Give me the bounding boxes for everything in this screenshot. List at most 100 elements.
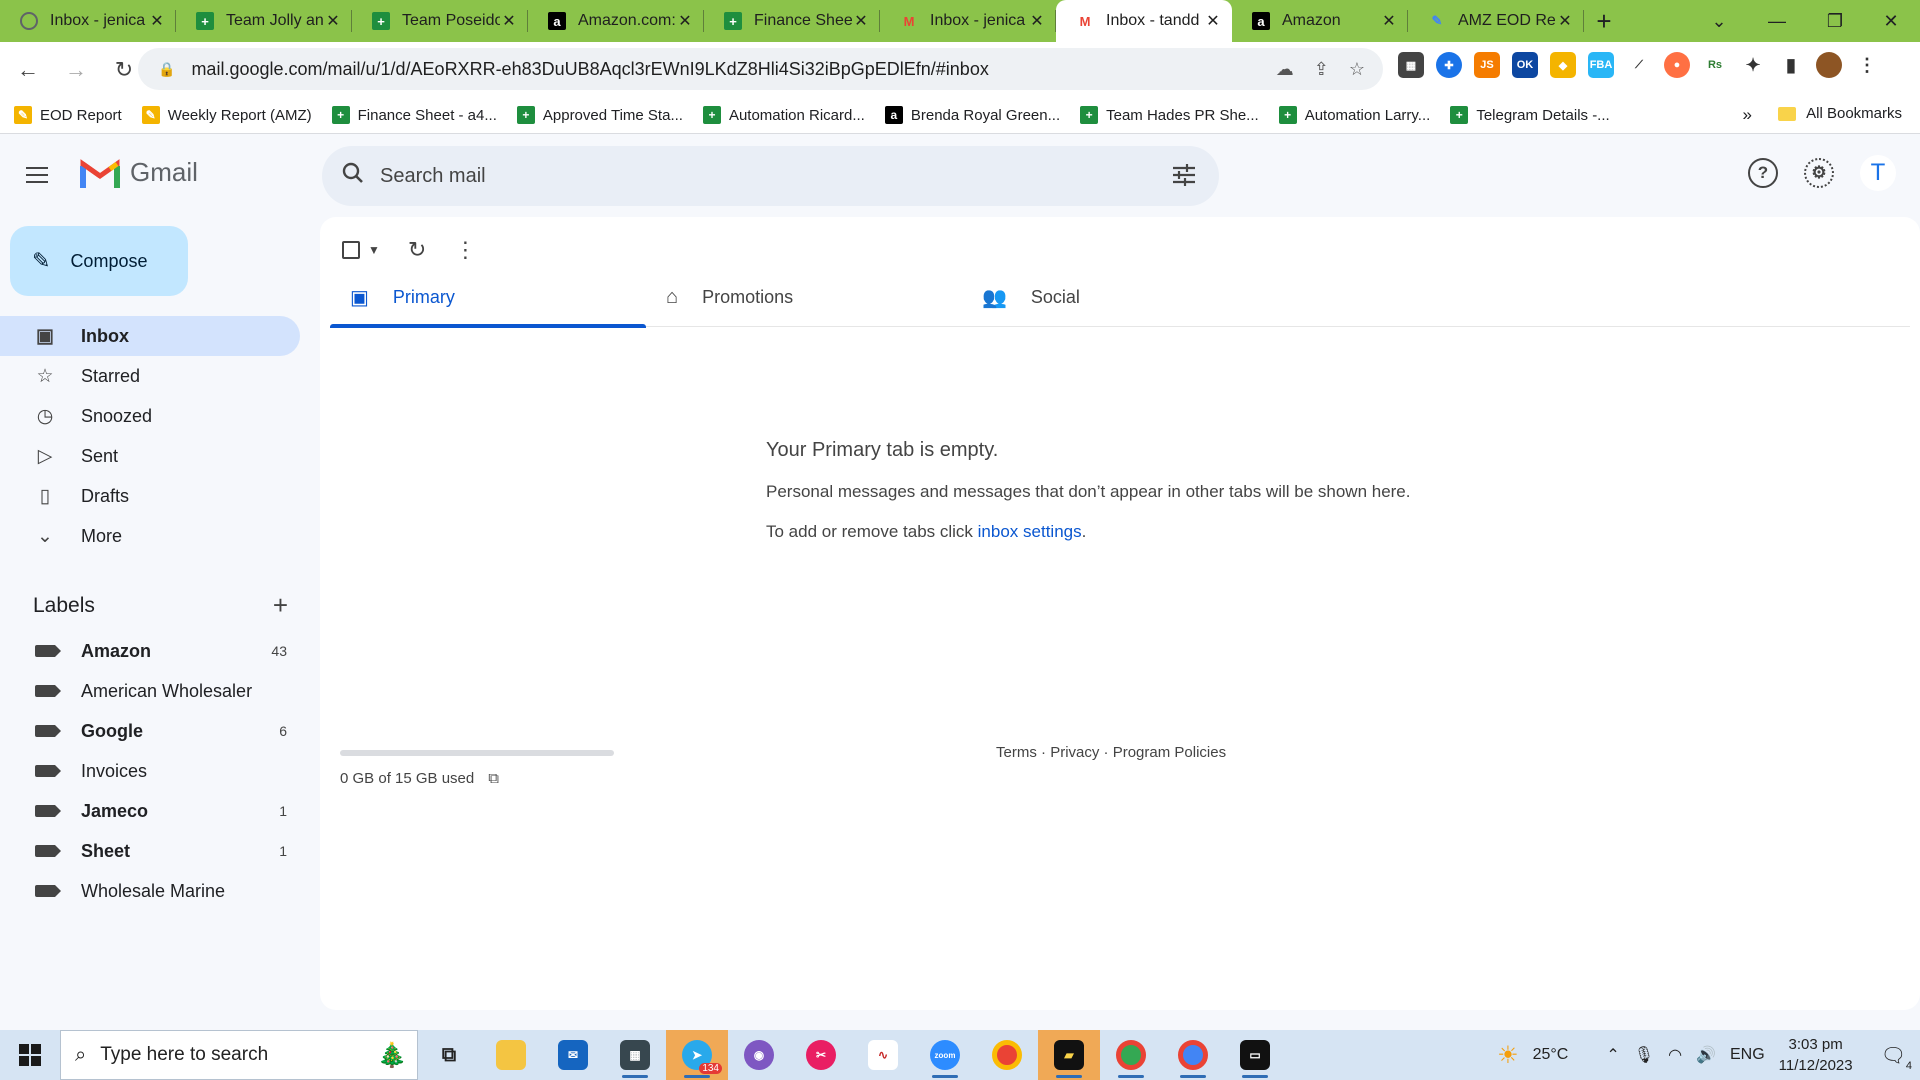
label-item[interactable]: Google 6 xyxy=(0,711,300,751)
tab-social[interactable]: 👥 Social xyxy=(962,267,1278,327)
search-input[interactable]: Search mail xyxy=(380,165,486,188)
privacy-link[interactable]: Privacy xyxy=(1050,744,1099,761)
label-item[interactable]: Wholesale Marine xyxy=(0,871,300,911)
taskbar-search[interactable]: ⌕ Type here to search 🎄 xyxy=(60,1030,418,1080)
gmail-logo[interactable]: Gmail xyxy=(80,157,198,188)
tab-search-icon[interactable]: ⌄ xyxy=(1690,0,1748,42)
bookmark-item[interactable]: + Automation Ricard... xyxy=(702,106,865,124)
side-panel-icon[interactable]: ▮ xyxy=(1778,52,1804,78)
taskbar-search-input[interactable]: Type here to search xyxy=(100,1044,268,1066)
extension-icon[interactable]: Rs xyxy=(1702,52,1728,78)
help-icon[interactable]: ? xyxy=(1748,158,1778,188)
speaker-icon[interactable]: 🔊 xyxy=(1696,1045,1716,1065)
terms-link[interactable]: Terms xyxy=(996,744,1037,761)
close-tab-icon[interactable]: ✕ xyxy=(1380,11,1398,31)
search-icon[interactable] xyxy=(342,162,364,190)
activity-app-icon[interactable]: ∿ xyxy=(852,1030,914,1080)
open-external-icon[interactable]: ⧉ xyxy=(488,770,499,787)
minimize-button[interactable]: — xyxy=(1748,0,1806,42)
telegram-icon[interactable]: ➤ 134 xyxy=(666,1030,728,1080)
account-avatar[interactable]: T xyxy=(1860,155,1896,191)
task-view-icon[interactable]: ⧉ xyxy=(418,1030,480,1080)
microphone-icon[interactable]: 🎙 xyxy=(1634,1045,1654,1065)
clock[interactable]: 3:03 pm 11/12/2023 xyxy=(1779,1034,1853,1076)
bookmark-item[interactable]: ✎ EOD Report xyxy=(14,106,122,124)
browser-tab[interactable]: M Inbox - jenica ✕ xyxy=(880,0,1056,42)
new-tab-button[interactable]: + xyxy=(1584,0,1624,42)
bookmarks-overflow-button[interactable]: » xyxy=(1743,105,1752,125)
more-vert-icon[interactable]: ⋮ xyxy=(454,237,476,263)
sidebar-item-inbox[interactable]: ▣ Inbox xyxy=(0,316,300,356)
sidebar-item-sent[interactable]: ▷ Sent xyxy=(0,436,300,476)
add-label-icon[interactable]: + xyxy=(273,590,288,621)
sidebar-item-more[interactable]: ⌄ More xyxy=(0,516,300,556)
label-item[interactable]: Invoices xyxy=(0,751,300,791)
bookmark-item[interactable]: ✎ Weekly Report (AMZ) xyxy=(141,106,312,124)
bookmark-item[interactable]: a Brenda Royal Green... xyxy=(884,106,1060,124)
weather-sun-icon[interactable]: ☀ xyxy=(1497,1041,1519,1070)
chrome-profile-icon[interactable] xyxy=(1100,1030,1162,1080)
refresh-icon[interactable]: ↻ xyxy=(408,237,426,263)
label-item[interactable]: Sheet 1 xyxy=(0,831,300,871)
close-tab-icon[interactable]: ✕ xyxy=(148,11,166,31)
js-extension-icon[interactable]: JS xyxy=(1474,52,1500,78)
zoom-icon[interactable]: zoom xyxy=(914,1030,976,1080)
browser-tab[interactable]: M Inbox - tandd ✕ xyxy=(1056,0,1232,42)
sidebar-item-drafts[interactable]: ▯ Drafts xyxy=(0,476,300,516)
forward-arrow-icon[interactable]: → xyxy=(56,50,96,90)
ok-extension-icon[interactable]: OK xyxy=(1512,52,1538,78)
browser-tab[interactable]: a Amazon.com: ✕ xyxy=(528,0,704,42)
main-menu-icon[interactable] xyxy=(26,157,62,193)
browser-tab[interactable]: + Team Jolly an ✕ xyxy=(176,0,352,42)
url-text[interactable]: mail.google.com/mail/u/1/d/AEoRXRR-eh83D… xyxy=(191,59,988,80)
close-tab-icon[interactable]: ✕ xyxy=(1204,11,1222,31)
close-tab-icon[interactable]: ✕ xyxy=(1028,11,1046,31)
label-item[interactable]: Jameco 1 xyxy=(0,791,300,831)
browser-tab[interactable]: + Finance Sheet ✕ xyxy=(704,0,880,42)
inbox-settings-link[interactable]: inbox settings xyxy=(978,522,1082,541)
browser-tab[interactable]: + Team Poseido ✕ xyxy=(352,0,528,42)
snipping-tool-icon[interactable]: ✂ xyxy=(790,1030,852,1080)
bookmark-item[interactable]: + Telegram Details -... xyxy=(1450,106,1610,124)
start-button[interactable] xyxy=(0,1030,60,1080)
bookmark-item[interactable]: + Approved Time Sta... xyxy=(516,106,683,124)
copilot-icon[interactable]: ◉ xyxy=(728,1030,790,1080)
browser-tab[interactable]: Inbox - jenica ✕ xyxy=(0,0,176,42)
browser-tab[interactable]: a Amazon ✕ xyxy=(1232,0,1408,42)
share-icon[interactable]: ⇪ xyxy=(1314,59,1329,80)
browser-tab[interactable]: ✎ AMZ EOD Re ✕ xyxy=(1408,0,1584,42)
notifications-icon[interactable]: 🗨 4 xyxy=(1881,1043,1912,1072)
label-item[interactable]: Amazon 43 xyxy=(0,631,300,671)
all-bookmarks-button[interactable]: All Bookmarks xyxy=(1778,105,1902,122)
back-arrow-icon[interactable]: ← xyxy=(8,50,48,90)
terminal-icon[interactable]: ▭ xyxy=(1224,1030,1286,1080)
extension-icon[interactable]: ✚ xyxy=(1436,52,1462,78)
cloud-icon[interactable]: ☁ xyxy=(1276,59,1294,80)
sidebar-item-starred[interactable]: ☆ Starred xyxy=(0,356,300,396)
compose-button[interactable]: ✎ Compose xyxy=(10,226,188,296)
extension-icon[interactable]: ● xyxy=(1664,52,1690,78)
chrome-profile-icon[interactable] xyxy=(1162,1030,1224,1080)
extension-icon[interactable]: ⟋ xyxy=(1626,52,1652,78)
close-tab-icon[interactable]: ✕ xyxy=(676,11,694,31)
restore-button[interactable]: ❐ xyxy=(1806,0,1864,42)
mail-app-icon[interactable]: ✉ xyxy=(542,1030,604,1080)
search-bar[interactable]: Search mail xyxy=(322,146,1219,206)
puzzle-icon[interactable]: ✦ xyxy=(1740,52,1766,78)
bookmark-item[interactable]: + Finance Sheet - a4... xyxy=(331,106,497,124)
close-tab-icon[interactable]: ✕ xyxy=(500,11,518,31)
tab-promotions[interactable]: ⌂ Promotions xyxy=(646,267,962,327)
close-tab-icon[interactable]: ✕ xyxy=(324,11,342,31)
bookmark-item[interactable]: + Team Hades PR She... xyxy=(1080,106,1259,124)
wifi-icon[interactable]: ◠ xyxy=(1668,1045,1682,1065)
sidebar-item-snoozed[interactable]: ◷ Snoozed xyxy=(0,396,300,436)
program-policies-link[interactable]: Program Policies xyxy=(1113,744,1226,761)
chrome-icon[interactable] xyxy=(976,1030,1038,1080)
close-window-button[interactable]: ✕ xyxy=(1862,0,1920,42)
bookmark-item[interactable]: + Automation Larry... xyxy=(1278,106,1430,124)
tab-primary[interactable]: ▣ Primary xyxy=(330,267,646,328)
sticky-notes-icon[interactable]: ▰ xyxy=(1038,1030,1100,1080)
bookmark-star-icon[interactable]: ☆ xyxy=(1349,59,1365,80)
search-options-icon[interactable] xyxy=(1171,162,1197,194)
extension-icon[interactable]: ◆ xyxy=(1550,52,1576,78)
